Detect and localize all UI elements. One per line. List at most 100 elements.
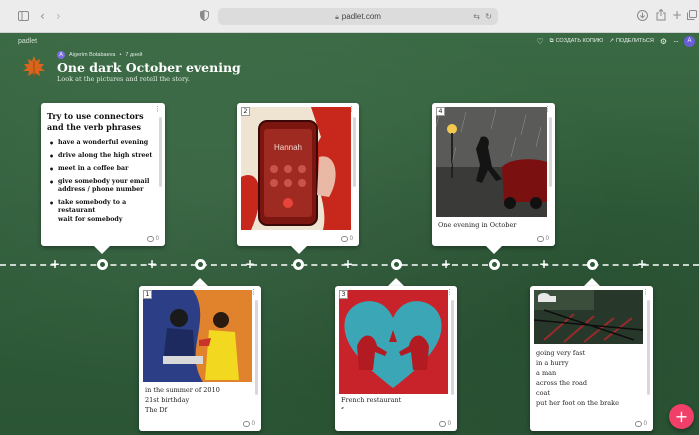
post-number: 2	[241, 107, 250, 116]
caption-line: f...	[341, 405, 401, 409]
couple-image[interactable]	[143, 290, 252, 382]
scrollbar[interactable]	[549, 117, 552, 187]
add-post-plus-icon[interactable]: +	[539, 257, 549, 271]
download-icon[interactable]	[637, 10, 648, 24]
post-3[interactable]: 3 ⋮ French restaurant f... 0	[335, 286, 457, 431]
comment-count[interactable]: 0	[242, 421, 255, 427]
caption-line: put her foot on the brake	[536, 399, 619, 407]
gear-icon[interactable]: ⚙	[660, 37, 667, 46]
caption-line: The Df	[145, 406, 168, 414]
post-4[interactable]: 4 ⋮ One evening in October 0	[432, 103, 555, 246]
heart-icon[interactable]: ♡	[536, 37, 543, 46]
add-post-plus-icon[interactable]: +	[50, 257, 60, 271]
reload-icon[interactable]: ↻	[485, 8, 492, 25]
post-pointer	[94, 246, 110, 254]
caption-line: French restaurant	[341, 396, 402, 404]
shield-icon[interactable]	[200, 9, 209, 24]
forward-icon[interactable]: ›	[56, 10, 61, 22]
add-post-plus-icon[interactable]: +	[147, 257, 157, 271]
user-avatar[interactable]: A	[684, 35, 695, 47]
comment-count[interactable]: 0	[438, 421, 451, 427]
time-ago: 7 дней	[125, 52, 143, 58]
list-item: meet in a coffee bar	[49, 165, 159, 173]
post-menu-icon[interactable]: ⋮	[642, 289, 649, 296]
list-item: drive along the high street	[49, 152, 159, 160]
comment-number: 0	[447, 421, 451, 427]
padlet-logo[interactable]: padlet	[18, 38, 37, 45]
post-pointer	[584, 278, 600, 286]
post-note[interactable]: ⋮ Try to use connectors and the verb phr…	[41, 103, 165, 246]
caption-line: in a hurry	[536, 359, 569, 367]
add-post-button[interactable]: +	[669, 404, 694, 429]
add-post-plus-icon[interactable]: +	[245, 257, 255, 271]
page-title: One dark October evening	[57, 60, 241, 75]
post-pointer	[486, 246, 502, 254]
post-2[interactable]: 2 ⋮ Hannah 0	[237, 103, 359, 246]
caption-line: across the road	[536, 379, 588, 387]
post-caption-list: going very fast in a hurry a man across …	[536, 348, 619, 408]
post-caption-list: French restaurant f...	[341, 395, 401, 409]
timeline-node	[587, 259, 598, 270]
copy-icon: ⧉	[549, 37, 554, 44]
author-name[interactable]: Aigerim Botabaeva	[69, 52, 115, 58]
heart-image[interactable]	[339, 290, 448, 394]
post-pointer	[291, 246, 307, 254]
post-number: 3	[339, 290, 348, 299]
comment-icon	[536, 236, 544, 242]
comment-number: 0	[545, 236, 549, 242]
new-tab-icon[interactable]: +	[672, 9, 682, 21]
back-icon[interactable]: ‹	[40, 10, 45, 22]
comment-icon	[340, 236, 348, 242]
comment-icon	[242, 421, 250, 427]
post-menu-icon[interactable]: ⋮	[154, 106, 161, 113]
note-title: Try to use connectors and the verb phras…	[47, 111, 144, 132]
url-text: padlet.com	[341, 12, 381, 21]
list-item: give somebody your email address / phone…	[49, 178, 159, 194]
add-post-plus-icon[interactable]: +	[637, 257, 647, 271]
list-extra-line: wait for somebody	[58, 216, 123, 223]
comment-count[interactable]: 0	[340, 236, 353, 242]
add-post-plus-icon[interactable]: +	[441, 257, 451, 271]
list-item: have a wonderful evening	[49, 139, 159, 147]
separator-dot: •	[119, 52, 122, 58]
copy-button[interactable]: ⧉ СОЗДАТЬ КОПИЮ	[550, 38, 604, 45]
tabs-icon[interactable]	[687, 10, 697, 23]
caller-name: Hannah	[274, 143, 302, 152]
padlet-toolbar: ♡ ⧉ СОЗДАТЬ КОПИЮ ↗ ПОДЕЛИТЬСЯ ⚙ ··· A	[536, 35, 699, 47]
post-1[interactable]: 1 ⋮ in the summer of 2010 21st birthday …	[139, 286, 261, 431]
scrollbar[interactable]	[451, 300, 454, 395]
share-button[interactable]: ↗ ПОДЕЛИТЬСЯ	[609, 38, 653, 44]
share-icon[interactable]	[656, 8, 666, 24]
caption-line: 21st birthday	[145, 396, 190, 404]
car-image[interactable]	[534, 290, 643, 344]
list-item: take somebody to a restaurant	[49, 199, 159, 215]
comment-number: 0	[251, 421, 255, 427]
post-pointer	[388, 278, 404, 286]
sidebar-icon[interactable]	[18, 11, 29, 24]
comment-count[interactable]: 0	[634, 421, 647, 427]
post-pointer	[192, 278, 208, 286]
post-5[interactable]: ⋮ going very fast in a hurry a man acros…	[530, 286, 653, 431]
address-bar[interactable]: 🔒︎ padlet.com ⇆ ↻	[218, 8, 498, 25]
post-caption-list: in the summer of 2010 21st birthday The …	[145, 385, 220, 415]
scrollbar[interactable]	[353, 117, 356, 187]
translate-icon[interactable]: ⇆	[473, 8, 480, 25]
scrollbar[interactable]	[255, 300, 258, 395]
comment-number: 0	[155, 236, 159, 242]
timeline-node	[293, 259, 304, 270]
add-post-plus-icon[interactable]: +	[343, 257, 353, 271]
more-icon[interactable]: ···	[673, 37, 679, 46]
phone-call-image[interactable]: Hannah	[241, 107, 351, 230]
scrollbar[interactable]	[159, 117, 162, 187]
rainy-street-image[interactable]	[436, 107, 547, 217]
comment-count[interactable]: 0	[146, 236, 159, 242]
comment-count[interactable]: 0	[536, 236, 549, 242]
author-avatar: A	[57, 51, 65, 59]
page-subtitle: Look at the pictures and retell the stor…	[57, 75, 190, 83]
author-row: A Aigerim Botabaeva • 7 дней	[57, 51, 142, 59]
comment-icon	[146, 236, 154, 242]
share-arrow-icon: ↗	[609, 38, 614, 44]
scrollbar[interactable]	[647, 300, 650, 395]
browser-toolbar: ‹ › 🔒︎ padlet.com ⇆ ↻ +	[0, 0, 699, 33]
timeline-node	[489, 259, 500, 270]
